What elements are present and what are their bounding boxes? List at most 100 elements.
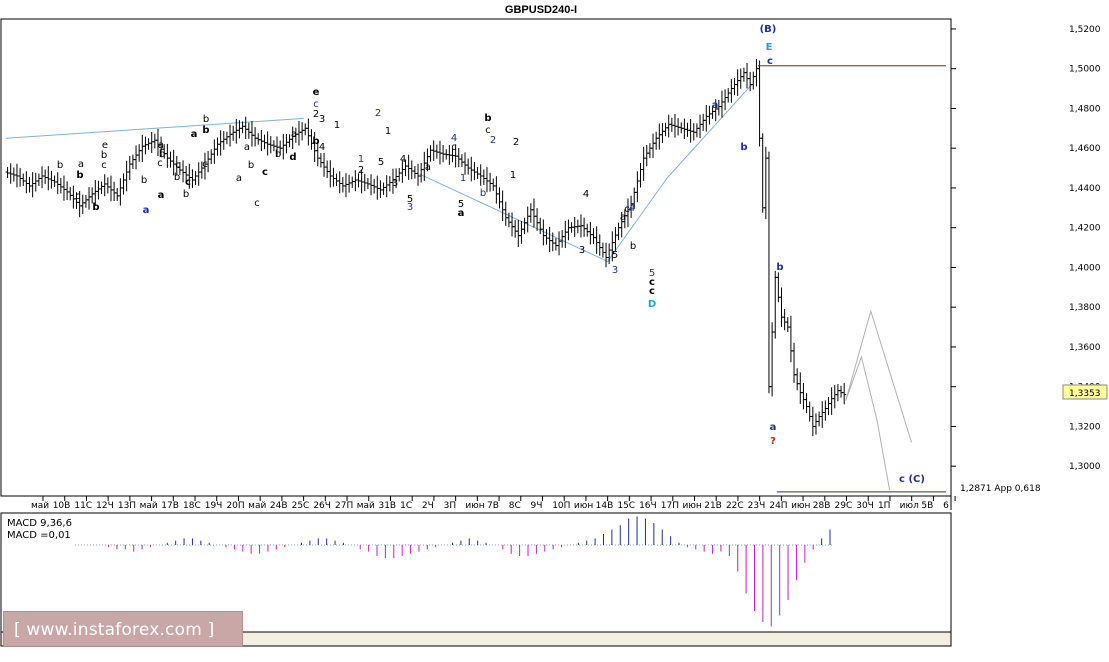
price-tick-label: 1,4600: [1069, 144, 1101, 154]
wave-label: c: [75, 191, 81, 202]
wave-label: a: [191, 129, 198, 140]
wave-label: 3: [407, 202, 413, 213]
wave-label: 2: [313, 109, 319, 120]
time-tick-label: 21B: [704, 501, 722, 511]
time-tick-label: май: [31, 501, 49, 511]
time-ticks: май 10B 11C 12Ч 13П май 17B 18C 19Ч 20П май 24B 25C 2…: [31, 496, 956, 511]
time-tick-label: май: [140, 501, 158, 511]
wave-label: b: [203, 114, 209, 125]
wave-label: 3: [319, 114, 325, 125]
wave-label: E: [766, 42, 773, 53]
wave-label: c: [175, 160, 181, 171]
time-tick-label: 28B: [813, 501, 831, 511]
wave-label: b: [740, 142, 747, 153]
wave-label: b: [776, 262, 783, 273]
watermark-text: [ www.instaforex.com ]: [14, 620, 215, 640]
wave-label: 1: [334, 120, 340, 131]
wave-label: b: [92, 202, 99, 213]
wave-label: b: [202, 125, 209, 136]
time-tick-label: 25C: [292, 501, 310, 511]
wave-label: b: [76, 170, 83, 181]
time-tick-label: 6: [943, 501, 949, 511]
wave-label: c: [202, 159, 208, 170]
time-tick-label: 19Ч: [205, 501, 223, 511]
wave-label: 5: [378, 157, 384, 168]
time-tick-label: 3П: [444, 501, 457, 511]
time-tick-label: 23Ч: [748, 501, 766, 511]
price-tick-label: 1,4800: [1069, 104, 1101, 114]
wave-label: c: [262, 167, 268, 178]
time-tick-label: июн: [465, 501, 484, 511]
wave-label: b: [630, 241, 636, 252]
time-tick-label: 29C: [835, 501, 853, 511]
wave-label: c: [624, 204, 630, 215]
wave-label: e: [313, 87, 320, 98]
time-tick-label: 14B: [596, 501, 614, 511]
time-tick-label: июн: [791, 501, 810, 511]
wave-label: 2: [375, 108, 381, 119]
wave-label: ?: [770, 436, 776, 447]
wave-label: 1: [460, 173, 466, 184]
time-tick-label: 10B: [53, 501, 71, 511]
wave-label: a: [158, 190, 165, 201]
price-tick-label: 1,3200: [1069, 422, 1101, 432]
price-tick-label: 1,4200: [1069, 224, 1101, 234]
wave-label: 2: [513, 137, 519, 148]
time-tick-label: 22C: [726, 501, 744, 511]
wave-label: 4: [319, 142, 325, 153]
time-tick-label: 24П: [769, 501, 787, 511]
wave-label: a: [78, 159, 84, 170]
wave-label: b: [183, 189, 189, 200]
time-tick-label: май: [357, 501, 375, 511]
wave-label: c: [254, 198, 260, 209]
wave-label: c: [451, 142, 457, 153]
macd-value-label: MACD =0,01: [7, 530, 71, 541]
wave-label: 4: [400, 154, 406, 165]
wave-label: c: [767, 56, 773, 67]
wave-label: 2: [358, 165, 364, 176]
time-tick-label: июн: [574, 501, 593, 511]
wave-label: a: [458, 208, 465, 219]
wave-label: c: [101, 160, 107, 171]
time-tick-label: 27П: [335, 501, 353, 511]
price-tick-label: 1,4400: [1069, 184, 1101, 194]
time-tick-label: 26Ч: [313, 501, 331, 511]
wave-label: 3: [392, 178, 398, 189]
wave-label: d: [289, 152, 296, 163]
time-tick-label: май: [248, 501, 266, 511]
chart-canvas: GBPUSD240-I 1,5200 1,5000 1,4800 1,4600 1,44…: [0, 4, 1108, 647]
wave-label: (B): [760, 24, 777, 35]
wave-label: 4: [583, 189, 589, 200]
wave-label: a: [244, 142, 250, 153]
price-tick-label: 1,5000: [1069, 65, 1101, 75]
price-tick-label: 1,5200: [1069, 25, 1101, 35]
time-tick-label: 18C: [183, 501, 201, 511]
wave-label: 3: [579, 245, 585, 256]
wave-label: b: [484, 113, 491, 124]
time-tick-label: июн: [683, 501, 702, 511]
price-tick-label: 1,3800: [1069, 303, 1101, 313]
time-tick-label: 30Ч: [856, 501, 874, 511]
wave-label: a: [425, 162, 431, 173]
time-tick-label: 17П: [661, 501, 679, 511]
wave-label: b: [248, 160, 254, 171]
wave-label: 3: [612, 265, 618, 276]
wave-label: 5: [649, 268, 655, 279]
wave-label: b: [312, 136, 319, 147]
price-tick-label: 1,3600: [1069, 343, 1101, 353]
time-tick-label: 20П: [226, 501, 244, 511]
current-price-label: 1,3353: [1069, 389, 1101, 399]
price-tick-label: 1,4000: [1069, 263, 1101, 273]
time-tick-label: 10П: [552, 501, 570, 511]
wave-label: 1: [358, 154, 364, 165]
wave-label: b: [57, 160, 63, 171]
time-tick-label: 15C: [617, 501, 635, 511]
wave-label: 1: [510, 170, 516, 181]
price-ticks: 1,5200 1,5000 1,4800 1,4600 1,4400 1,4200 1,40…: [951, 25, 1101, 472]
wave-label: a: [291, 129, 297, 140]
wave-label: D: [648, 299, 656, 310]
chart-title: GBPUSD240-I: [505, 4, 577, 16]
instaforex-watermark: [ www.instaforex.com ]: [3, 611, 243, 647]
wave-label: b: [159, 149, 165, 160]
wave-label: a: [770, 422, 777, 433]
